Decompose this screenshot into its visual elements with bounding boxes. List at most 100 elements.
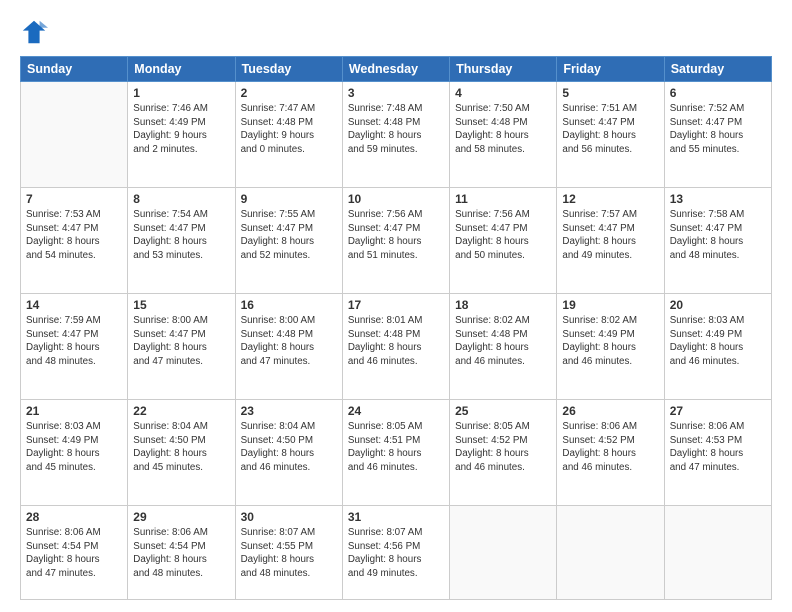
day-number: 12 xyxy=(562,192,658,206)
cell-info: Sunrise: 7:55 AM Sunset: 4:47 PM Dayligh… xyxy=(241,208,337,263)
calendar-cell: 18Sunrise: 8:02 AM Sunset: 4:48 PM Dayli… xyxy=(450,293,557,399)
day-number: 13 xyxy=(670,192,766,206)
day-number: 7 xyxy=(26,192,122,206)
day-number: 5 xyxy=(562,86,658,100)
day-number: 16 xyxy=(241,298,337,312)
cell-info: Sunrise: 7:56 AM Sunset: 4:47 PM Dayligh… xyxy=(348,208,444,263)
day-number: 4 xyxy=(455,86,551,100)
calendar-cell: 16 Sunrise: 8:00 AM Sunset: 4:48 PM Dayli… xyxy=(235,293,342,399)
cell-info: Sunrise: 7:51 AM Sunset: 4:47 PM Dayligh… xyxy=(562,102,658,157)
cell-info: Sunrise: 7:52 AM Sunset: 4:47 PM Dayligh… xyxy=(670,102,766,157)
calendar-cell: 17Sunrise: 8:01 AM Sunset: 4:48 PM Dayli… xyxy=(342,293,449,399)
day-header-sunday: Sunday xyxy=(21,57,128,82)
day-number: 11 xyxy=(455,192,551,206)
cell-info: Sunrise: 8:05 AM Sunset: 4:51 PM Dayligh… xyxy=(348,420,444,475)
header xyxy=(20,18,772,46)
calendar-cell xyxy=(21,82,128,188)
logo-icon xyxy=(20,18,48,46)
day-number: 22 xyxy=(133,404,229,418)
cell-info: Sunrise: 8:07 AM Sunset: 4:55 PM Dayligh… xyxy=(241,526,337,581)
day-number: 10 xyxy=(348,192,444,206)
calendar-cell xyxy=(450,505,557,599)
calendar-cell xyxy=(664,505,771,599)
day-header-row: SundayMondayTuesdayWednesdayThursdayFrid… xyxy=(21,57,772,82)
cell-info: Sunrise: 8:02 AM Sunset: 4:48 PM Dayligh… xyxy=(455,314,551,369)
calendar-cell: 13 Sunrise: 7:58 AM Sunset: 4:47 PM Dayli… xyxy=(664,187,771,293)
cell-info: Sunrise: 8:00 AM Sunset: 4:48 PM Dayligh… xyxy=(241,314,337,369)
cell-info: Sunrise: 7:53 AM Sunset: 4:47 PM Dayligh… xyxy=(26,208,122,263)
calendar-cell: 10 Sunrise: 7:56 AM Sunset: 4:47 PM Dayli… xyxy=(342,187,449,293)
week-row-4: 28 Sunrise: 8:06 AM Sunset: 4:54 PM Dayli… xyxy=(21,505,772,599)
calendar-body: 1 Sunrise: 7:46 AM Sunset: 4:49 PM Daylig… xyxy=(21,82,772,600)
day-header-friday: Friday xyxy=(557,57,664,82)
day-number: 2 xyxy=(241,86,337,100)
calendar-cell: 24 Sunrise: 8:05 AM Sunset: 4:51 PM Dayli… xyxy=(342,399,449,505)
calendar-cell: 1 Sunrise: 7:46 AM Sunset: 4:49 PM Daylig… xyxy=(128,82,235,188)
cell-info: Sunrise: 7:47 AM Sunset: 4:48 PM Dayligh… xyxy=(241,102,337,157)
day-header-thursday: Thursday xyxy=(450,57,557,82)
calendar-cell: 8Sunrise: 7:54 AM Sunset: 4:47 PM Daylig… xyxy=(128,187,235,293)
day-header-wednesday: Wednesday xyxy=(342,57,449,82)
calendar-header: SundayMondayTuesdayWednesdayThursdayFrid… xyxy=(21,57,772,82)
cell-info: Sunrise: 8:06 AM Sunset: 4:54 PM Dayligh… xyxy=(26,526,122,581)
cell-info: Sunrise: 7:50 AM Sunset: 4:48 PM Dayligh… xyxy=(455,102,551,157)
calendar-cell: 19Sunrise: 8:02 AM Sunset: 4:49 PM Dayli… xyxy=(557,293,664,399)
day-number: 9 xyxy=(241,192,337,206)
day-number: 1 xyxy=(133,86,229,100)
day-number: 8 xyxy=(133,192,229,206)
calendar-cell: 9 Sunrise: 7:55 AM Sunset: 4:47 PM Daylig… xyxy=(235,187,342,293)
day-number: 20 xyxy=(670,298,766,312)
cell-info: Sunrise: 8:00 AM Sunset: 4:47 PM Dayligh… xyxy=(133,314,229,369)
day-number: 25 xyxy=(455,404,551,418)
calendar-cell: 28 Sunrise: 8:06 AM Sunset: 4:54 PM Dayli… xyxy=(21,505,128,599)
cell-info: Sunrise: 8:05 AM Sunset: 4:52 PM Dayligh… xyxy=(455,420,551,475)
calendar-cell: 20 Sunrise: 8:03 AM Sunset: 4:49 PM Dayli… xyxy=(664,293,771,399)
calendar: SundayMondayTuesdayWednesdayThursdayFrid… xyxy=(20,56,772,600)
day-header-saturday: Saturday xyxy=(664,57,771,82)
cell-info: Sunrise: 8:06 AM Sunset: 4:54 PM Dayligh… xyxy=(133,526,229,581)
calendar-cell: 6Sunrise: 7:52 AM Sunset: 4:47 PM Daylig… xyxy=(664,82,771,188)
day-number: 21 xyxy=(26,404,122,418)
day-number: 23 xyxy=(241,404,337,418)
cell-info: Sunrise: 8:06 AM Sunset: 4:53 PM Dayligh… xyxy=(670,420,766,475)
week-row-3: 21 Sunrise: 8:03 AM Sunset: 4:49 PM Dayli… xyxy=(21,399,772,505)
calendar-cell: 2 Sunrise: 7:47 AM Sunset: 4:48 PM Daylig… xyxy=(235,82,342,188)
logo xyxy=(20,18,52,46)
calendar-cell: 21 Sunrise: 8:03 AM Sunset: 4:49 PM Dayli… xyxy=(21,399,128,505)
calendar-cell: 12Sunrise: 7:57 AM Sunset: 4:47 PM Dayli… xyxy=(557,187,664,293)
day-header-tuesday: Tuesday xyxy=(235,57,342,82)
cell-info: Sunrise: 7:58 AM Sunset: 4:47 PM Dayligh… xyxy=(670,208,766,263)
calendar-cell: 29Sunrise: 8:06 AM Sunset: 4:54 PM Dayli… xyxy=(128,505,235,599)
cell-info: Sunrise: 8:03 AM Sunset: 4:49 PM Dayligh… xyxy=(26,420,122,475)
cell-info: Sunrise: 8:06 AM Sunset: 4:52 PM Dayligh… xyxy=(562,420,658,475)
week-row-0: 1 Sunrise: 7:46 AM Sunset: 4:49 PM Daylig… xyxy=(21,82,772,188)
calendar-cell: 7 Sunrise: 7:53 AM Sunset: 4:47 PM Daylig… xyxy=(21,187,128,293)
calendar-cell: 25 Sunrise: 8:05 AM Sunset: 4:52 PM Dayli… xyxy=(450,399,557,505)
cell-info: Sunrise: 7:59 AM Sunset: 4:47 PM Dayligh… xyxy=(26,314,122,369)
calendar-cell: 22Sunrise: 8:04 AM Sunset: 4:50 PM Dayli… xyxy=(128,399,235,505)
day-number: 30 xyxy=(241,510,337,524)
calendar-cell: 30 Sunrise: 8:07 AM Sunset: 4:55 PM Dayli… xyxy=(235,505,342,599)
day-number: 28 xyxy=(26,510,122,524)
cell-info: Sunrise: 7:46 AM Sunset: 4:49 PM Dayligh… xyxy=(133,102,229,157)
cell-info: Sunrise: 8:02 AM Sunset: 4:49 PM Dayligh… xyxy=(562,314,658,369)
calendar-cell: 15 Sunrise: 8:00 AM Sunset: 4:47 PM Dayli… xyxy=(128,293,235,399)
calendar-cell: 11 Sunrise: 7:56 AM Sunset: 4:47 PM Dayli… xyxy=(450,187,557,293)
calendar-cell: 4 Sunrise: 7:50 AM Sunset: 4:48 PM Daylig… xyxy=(450,82,557,188)
cell-info: Sunrise: 7:48 AM Sunset: 4:48 PM Dayligh… xyxy=(348,102,444,157)
cell-info: Sunrise: 8:07 AM Sunset: 4:56 PM Dayligh… xyxy=(348,526,444,581)
day-number: 24 xyxy=(348,404,444,418)
calendar-cell: 31Sunrise: 8:07 AM Sunset: 4:56 PM Dayli… xyxy=(342,505,449,599)
week-row-2: 14 Sunrise: 7:59 AM Sunset: 4:47 PM Dayli… xyxy=(21,293,772,399)
day-number: 15 xyxy=(133,298,229,312)
calendar-cell: 26Sunrise: 8:06 AM Sunset: 4:52 PM Dayli… xyxy=(557,399,664,505)
calendar-cell: 14 Sunrise: 7:59 AM Sunset: 4:47 PM Dayli… xyxy=(21,293,128,399)
cell-info: Sunrise: 8:04 AM Sunset: 4:50 PM Dayligh… xyxy=(241,420,337,475)
page: SundayMondayTuesdayWednesdayThursdayFrid… xyxy=(0,0,792,612)
day-number: 14 xyxy=(26,298,122,312)
day-header-monday: Monday xyxy=(128,57,235,82)
cell-info: Sunrise: 8:03 AM Sunset: 4:49 PM Dayligh… xyxy=(670,314,766,369)
calendar-cell xyxy=(557,505,664,599)
cell-info: Sunrise: 7:56 AM Sunset: 4:47 PM Dayligh… xyxy=(455,208,551,263)
calendar-cell: 3Sunrise: 7:48 AM Sunset: 4:48 PM Daylig… xyxy=(342,82,449,188)
